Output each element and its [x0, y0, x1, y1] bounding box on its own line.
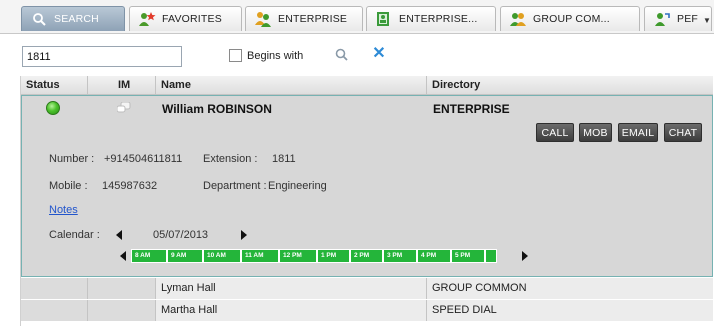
timeline-slot[interactable]: 8 AM	[131, 249, 167, 263]
timeline-slot[interactable]: 9 AM	[167, 249, 203, 263]
timeline-slot[interactable]: 12 PM	[279, 249, 317, 263]
department-label: Department :	[203, 180, 267, 192]
email-button[interactable]: EMAIL	[618, 123, 658, 142]
calendar-prev-day-icon[interactable]	[116, 230, 122, 240]
mobile-button[interactable]: MOB	[579, 123, 612, 142]
tab-enterprise[interactable]: ENTERPRISE	[245, 6, 363, 31]
tab-favorites[interactable]: FAVORITES	[129, 6, 242, 31]
tab-label: GROUP COM...	[533, 13, 610, 25]
mobile-label: Mobile :	[49, 180, 88, 192]
number-label: Number :	[49, 153, 95, 165]
im-cell	[88, 300, 156, 321]
timeline-slot[interactable]: 1 PM	[317, 249, 350, 263]
personal-icon	[653, 10, 671, 28]
column-header-status[interactable]: Status	[21, 76, 88, 95]
contact-directory: ENTERPRISE	[433, 102, 510, 116]
table-row[interactable]: Lyman Hall GROUP COMMON	[21, 278, 713, 299]
presence-status-icon	[46, 101, 60, 115]
number-value: +914504611811	[104, 153, 183, 165]
extension-label: Extension :	[203, 153, 258, 165]
calendar-date: 05/07/2013	[153, 229, 209, 241]
timeline-next-icon[interactable]	[522, 251, 528, 261]
chat-button[interactable]: CHAT	[664, 123, 702, 142]
calendar-next-day-icon[interactable]	[241, 230, 247, 240]
search-input[interactable]	[22, 46, 182, 67]
enterprise-directory-icon	[375, 10, 393, 28]
begins-with-option[interactable]: Begins with	[229, 49, 303, 62]
timeline-slot[interactable]: 3 PM	[383, 249, 417, 263]
extension-value: 1811	[272, 153, 296, 165]
close-icon[interactable]: ✕	[370, 45, 388, 63]
mobile-value: 145987632	[102, 180, 158, 192]
group-common-icon	[509, 10, 527, 28]
begins-with-checkbox[interactable]	[229, 49, 242, 62]
im-cell	[88, 278, 156, 299]
favorites-icon	[138, 10, 156, 28]
chat-bubble-icon	[116, 101, 131, 114]
column-header-name[interactable]: Name	[156, 76, 427, 95]
search-bar: Begins with ✕	[0, 34, 714, 76]
tab-label: PEF	[677, 13, 699, 25]
timeline-slot[interactable]: 4 PM	[417, 249, 451, 263]
timeline-slot[interactable]: 5 PM	[451, 249, 485, 263]
tab-enterprise-directory[interactable]: ENTERPRISE...	[366, 6, 496, 31]
call-button[interactable]: CALL	[536, 123, 574, 142]
timeline-slot[interactable]: 2 PM	[350, 249, 383, 263]
search-icon[interactable]	[334, 47, 350, 63]
table-row[interactable]: Martha Hall SPEED DIAL	[21, 300, 713, 321]
calendar-label: Calendar :	[49, 229, 100, 241]
tab-label: ENTERPRISE...	[399, 13, 478, 25]
status-cell	[21, 300, 88, 321]
tab-bar: SEARCH FAVORITES ENTERPRISE ENTERPRISE..…	[0, 0, 714, 34]
calendar-timeline: 8 AM 9 AM 10 AM 11 AM 12 PM 1 PM 2 PM 3 …	[131, 249, 517, 263]
chevron-down-icon[interactable]: ▼	[702, 10, 712, 30]
expanded-contact-row[interactable]: William ROBINSON ENTERPRISE CALL MOB EMA…	[21, 95, 713, 277]
contact-name: William ROBINSON	[162, 102, 272, 116]
name-cell: Martha Hall	[156, 300, 427, 321]
tab-label: SEARCH	[54, 13, 99, 25]
timeline-slot[interactable]	[485, 249, 497, 263]
department-value: Engineering	[268, 180, 327, 192]
notes-link[interactable]: Notes	[49, 204, 78, 216]
timeline-prev-icon[interactable]	[120, 251, 126, 261]
timeline-slot[interactable]: 10 AM	[203, 249, 241, 263]
tab-search[interactable]: SEARCH	[21, 6, 125, 31]
begins-with-label: Begins with	[247, 49, 304, 62]
directory-cell: SPEED DIAL	[427, 300, 713, 321]
enterprise-icon	[254, 10, 272, 28]
status-cell	[21, 278, 88, 299]
name-cell: Lyman Hall	[156, 278, 427, 299]
timeline-slot[interactable]: 11 AM	[241, 249, 279, 263]
search-icon	[30, 10, 48, 28]
column-header-directory[interactable]: Directory	[427, 76, 713, 95]
column-header-im[interactable]: IM	[88, 76, 156, 95]
table-header: Status IM Name Directory	[21, 76, 713, 95]
results-table: Status IM Name Directory William ROBINSO…	[20, 76, 713, 326]
tab-label: FAVORITES	[162, 13, 222, 25]
directory-cell: GROUP COMMON	[427, 278, 713, 299]
tab-label: ENTERPRISE	[278, 13, 348, 25]
tab-group-common[interactable]: GROUP COM...	[500, 6, 640, 31]
